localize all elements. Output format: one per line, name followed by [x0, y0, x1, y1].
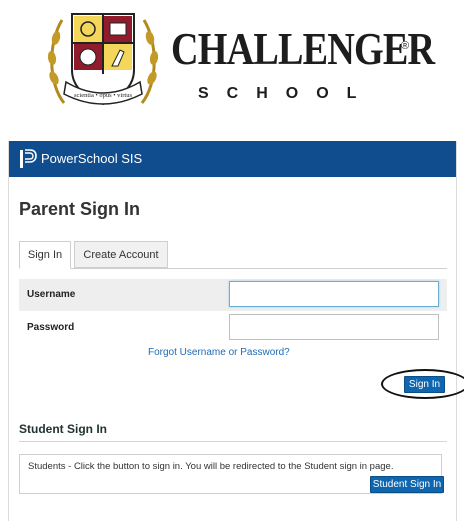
powerschool-panel: PowerSchool SIS Parent Sign In Sign In C…	[8, 141, 464, 521]
username-input[interactable]	[229, 281, 439, 307]
student-sign-in-box: Students - Click the button to sign in. …	[19, 454, 444, 494]
student-sign-in-message: Students - Click the button to sign in. …	[28, 461, 394, 472]
school-subtitle: SCHOOL	[198, 85, 375, 102]
student-sign-in-button[interactable]: Student Sign In	[370, 476, 444, 493]
username-label: Username	[27, 289, 76, 300]
tab-divider	[19, 268, 447, 269]
sign-in-button[interactable]: Sign In	[404, 376, 445, 393]
powerschool-logo-icon	[20, 149, 37, 168]
app-header-bar: PowerSchool SIS	[9, 141, 456, 177]
section-divider	[19, 441, 447, 442]
school-header: scientia • opus • virtus CHALLENGER ® SC…	[0, 0, 464, 135]
password-label: Password	[27, 322, 75, 333]
tab-bar: Sign In Create Account	[19, 241, 447, 269]
student-sign-in-heading: Student Sign In	[19, 422, 107, 436]
school-crest-logo: scientia • opus • virtus	[47, 13, 159, 106]
username-row: Username	[19, 279, 447, 311]
tab-sign-in[interactable]: Sign In	[19, 241, 71, 269]
registered-mark: ®	[401, 40, 410, 52]
school-name: CHALLENGER	[171, 23, 435, 74]
page-title: Parent Sign In	[19, 199, 141, 219]
crest-motto: scientia • opus • virtus	[74, 92, 132, 99]
password-row: Password	[19, 312, 447, 344]
app-title: PowerSchool SIS	[41, 151, 143, 166]
forgot-credentials-link[interactable]: Forgot Username or Password?	[148, 347, 290, 358]
tab-create-account[interactable]: Create Account	[74, 241, 168, 268]
password-input[interactable]	[229, 314, 439, 340]
